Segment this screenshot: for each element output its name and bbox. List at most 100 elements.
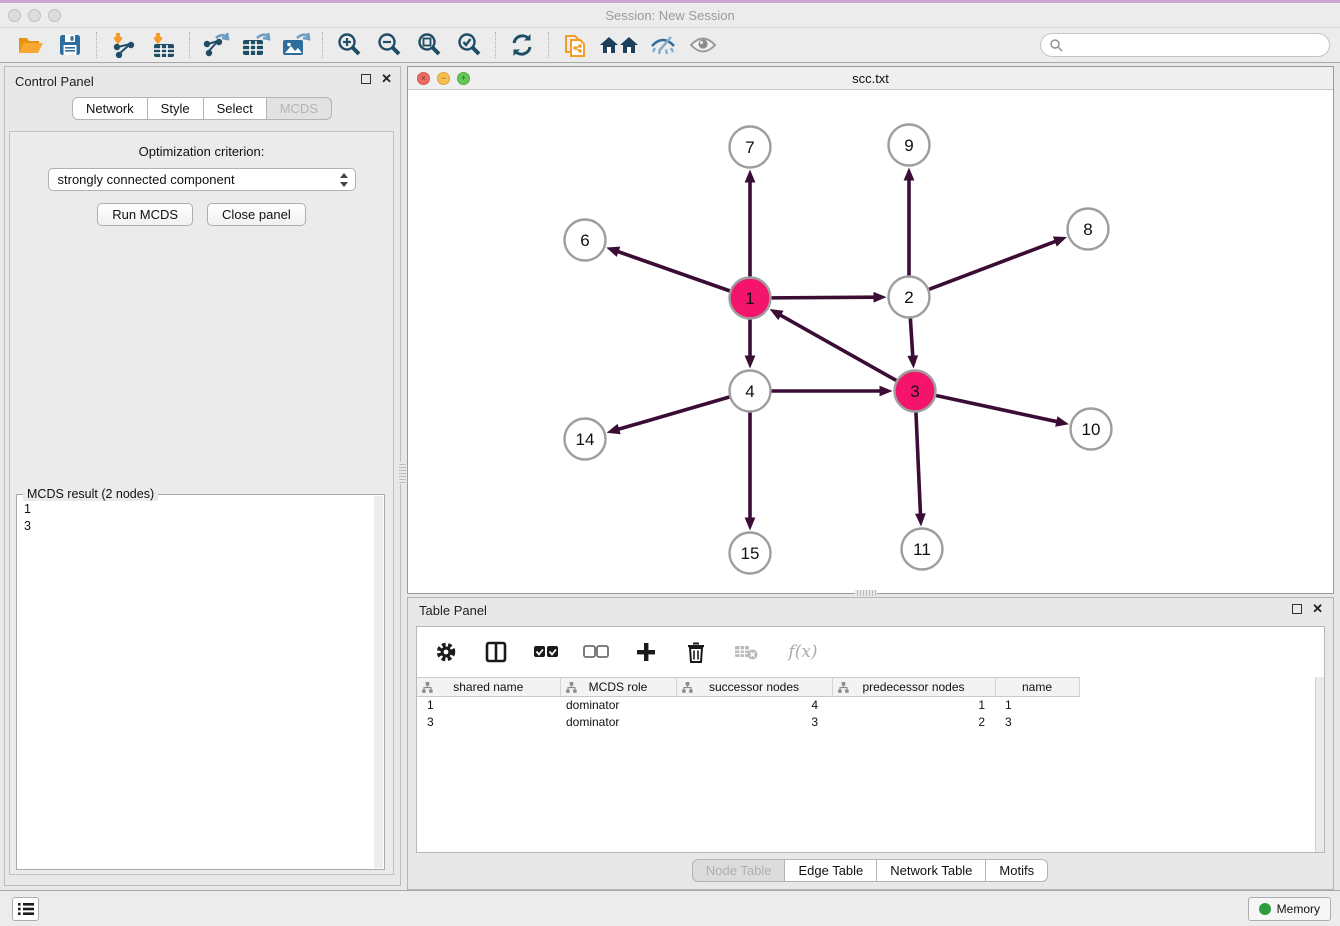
import-network-button[interactable] [103,30,143,60]
run-mcds-button[interactable]: Run MCDS [97,203,193,226]
show-columns-button[interactable] [483,639,509,665]
graph-edge-arrow [880,386,893,397]
search-field [1040,33,1330,57]
select-all-button[interactable] [533,639,559,665]
table-cell[interactable]: 2 [832,714,995,731]
table-cell[interactable]: dominator [560,714,676,731]
search-input[interactable] [1063,35,1329,55]
table-cell[interactable]: 3 [417,714,560,731]
app-titlebar: Session: New Session [0,0,1340,28]
float-panel-icon[interactable] [361,74,371,84]
column-header-predecessor-nodes[interactable]: predecessor nodes [832,678,995,697]
table-row[interactable]: 3dominator323 [417,714,1079,731]
graph-edge-arrow [606,247,620,257]
tab-network-table[interactable]: Network Table [876,859,986,882]
eye-crossed-icon [649,33,677,57]
tab-motifs[interactable]: Motifs [985,859,1048,882]
table-cell[interactable]: 1 [995,697,1079,714]
deselect-all-button[interactable] [583,639,609,665]
save-session-button[interactable] [50,30,90,60]
zoom-in-button[interactable] [329,30,369,60]
graph-edge-arrow [915,513,926,526]
control-panel-title: Control Panel [15,74,94,89]
save-icon [58,33,82,57]
memory-button[interactable]: Memory [1248,897,1331,921]
tab-select[interactable]: Select [203,97,267,120]
delete-column-button[interactable] [683,639,709,665]
graph-edge-arrow [607,424,621,434]
copy-annotation-button[interactable] [555,30,595,60]
tab-style[interactable]: Style [147,97,204,120]
toolbar-separator [495,32,496,58]
graph-edge[interactable] [929,241,1057,289]
table-cell[interactable]: dominator [560,697,676,714]
graph-edge-arrow [907,355,918,368]
column-header-shared-name[interactable]: shared name [417,678,560,697]
control-panel-tabs: Network Style Select MCDS [5,97,400,120]
table-cell[interactable]: 3 [676,714,832,731]
graph-edge[interactable] [936,396,1058,422]
zoom-out-button[interactable] [369,30,409,60]
graph-edge[interactable] [617,397,729,430]
export-image-button[interactable] [276,30,316,60]
delete-table-button[interactable] [733,639,759,665]
zoom-in-icon [336,32,362,58]
graph-edge-arrow [745,356,756,369]
export-network-button[interactable] [196,30,236,60]
mcds-result-text[interactable]: 1 3 [17,499,374,869]
checked-boxes-icon [533,645,559,659]
graph-node-label: 7 [745,138,754,157]
network-canvas[interactable]: 7968124314101511 [408,90,1333,593]
graph-edge[interactable] [779,314,896,380]
horizontal-splitter-grip[interactable] [855,590,877,596]
import-table-button[interactable] [143,30,183,60]
export-table-button[interactable] [236,30,276,60]
table-cell[interactable]: 4 [676,697,832,714]
tab-edge-table[interactable]: Edge Table [784,859,877,882]
column-header-mcds-role[interactable]: MCDS role [560,678,676,697]
node-table-header-row: shared name MCDS role successor nodes pr… [417,678,1079,697]
create-column-button[interactable] [633,639,659,665]
table-settings-button[interactable] [433,639,459,665]
float-table-panel-icon[interactable] [1292,604,1302,614]
table-cell[interactable]: 1 [417,697,560,714]
hide-annotations-button[interactable] [643,30,683,60]
search-icon [1049,38,1063,52]
close-panel-button[interactable]: Close panel [207,203,306,226]
task-history-button[interactable] [12,897,39,921]
table-row[interactable]: 1dominator411 [417,697,1079,714]
graph-edge-arrow [904,168,915,181]
close-panel-icon[interactable]: ✕ [381,74,392,84]
graph-edge[interactable] [910,318,912,357]
tab-network[interactable]: Network [72,97,148,120]
zoom-selected-button[interactable] [449,30,489,60]
vertical-splitter-grip[interactable] [399,462,406,484]
column-header-name[interactable]: name [995,678,1079,697]
toolbar-separator [96,32,97,58]
function-builder-button[interactable]: f(x) [783,639,823,665]
refresh-button[interactable] [502,30,542,60]
table-scrollbar[interactable] [1315,677,1324,852]
optimization-criterion-dropdown[interactable]: strongly connected component [48,168,356,191]
table-cell[interactable]: 3 [995,714,1079,731]
table-cell[interactable]: 1 [832,697,995,714]
graph-edge[interactable] [916,412,921,515]
network-graph[interactable]: 7968124314101511 [408,90,1333,594]
network-view-window: × − + scc.txt 7968124314101511 [407,66,1334,594]
attribute-icon [682,682,693,693]
zoom-fit-button[interactable] [409,30,449,60]
open-session-button[interactable] [10,30,50,60]
zoom-fit-icon [416,32,442,58]
graph-node-label: 11 [913,540,931,559]
close-table-panel-icon[interactable]: ✕ [1312,604,1323,614]
network-window-titlebar[interactable]: × − + scc.txt [408,67,1333,90]
show-annotations-button[interactable] [683,30,723,60]
graph-edge[interactable] [617,251,730,291]
tab-mcds[interactable]: MCDS [266,97,332,120]
main-toolbar [0,28,1340,63]
home-button[interactable] [595,30,643,60]
graph-edge[interactable] [771,297,875,298]
column-header-successor-nodes[interactable]: successor nodes [676,678,832,697]
tab-node-table[interactable]: Node Table [692,859,786,882]
mcds-result-scrollbar[interactable] [374,496,383,868]
